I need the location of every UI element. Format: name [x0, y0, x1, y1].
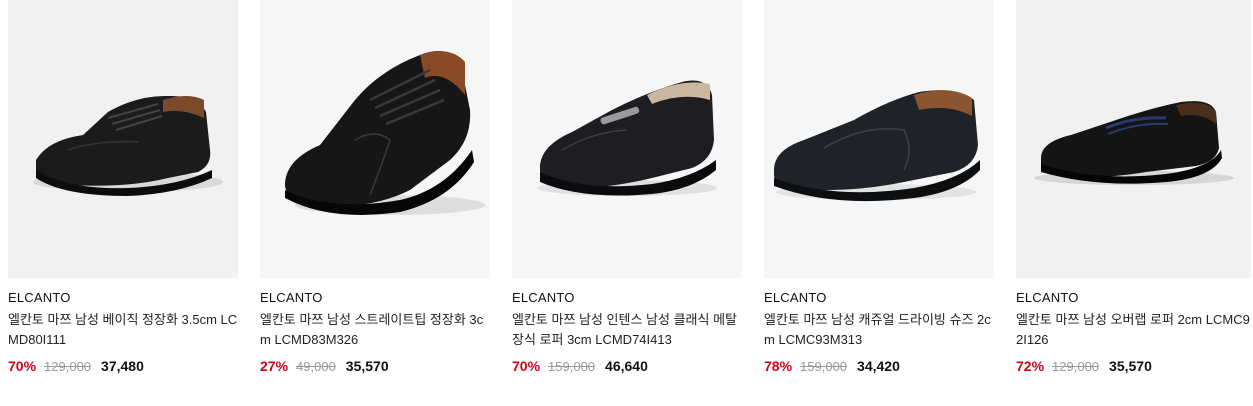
discount-rate: 70% — [512, 358, 541, 374]
brand-name: ELCANTO — [512, 290, 575, 305]
brand-name: ELCANTO — [8, 290, 71, 305]
product-image[interactable] — [8, 0, 238, 278]
driving-shoe-icon — [774, 90, 980, 202]
sale-price: 35,570 — [1109, 358, 1152, 374]
price-row: 70% 129,000 37,480 — [8, 358, 238, 374]
brand-name: ELCANTO — [1016, 290, 1079, 305]
product-image[interactable] — [1016, 0, 1251, 278]
discount-rate: 70% — [8, 358, 37, 374]
product-name[interactable]: 엘칸토 마쯔 남성 베이직 정장화 3.5cm LCMD80I111 — [8, 310, 238, 350]
product-name[interactable]: 엘칸토 마쯔 남성 인텐스 남성 클래식 메탈 장식 로퍼 3cm LCMD74… — [512, 310, 742, 350]
sale-price: 35,570 — [345, 358, 389, 374]
product-image[interactable] — [764, 0, 994, 278]
sale-price: 46,640 — [605, 358, 648, 374]
brand-name: ELCANTO — [260, 290, 323, 305]
product-grid: ELCANTO 엘칸토 마쯔 남성 베이직 정장화 3.5cm LCMD80I1… — [8, 0, 1251, 374]
product-card[interactable]: ELCANTO 엘칸토 마쯔 남성 베이직 정장화 3.5cm LCMD80I1… — [8, 0, 238, 374]
discount-rate: 78% — [764, 358, 793, 374]
price-row: 72% 129,000 35,570 — [1016, 358, 1251, 374]
product-card[interactable]: ELCANTO 엘칸토 마쯔 남성 캐쥬얼 드라이빙 슈즈 2cm LCMC93… — [764, 0, 994, 374]
product-image[interactable] — [512, 0, 742, 278]
sale-price: 37,480 — [101, 358, 144, 374]
discount-rate: 27% — [260, 358, 289, 374]
derby-shoe-icon — [33, 95, 223, 196]
product-card[interactable]: ELCANTO 엘칸토 마쯔 남성 스트레이트팁 정장화 3cm LCMD83M… — [260, 0, 490, 374]
product-card[interactable]: ELCANTO 엘칸토 마쯔 남성 오버랩 로퍼 2cm LCMC92I126 … — [1016, 0, 1251, 374]
brand-name: ELCANTO — [764, 290, 827, 305]
price-row: 27% 49,000 35,570 — [260, 358, 490, 374]
original-price: 129,000 — [44, 359, 92, 374]
price-row: 70% 159,000 46,640 — [512, 358, 742, 374]
product-card[interactable]: ELCANTO 엘칸토 마쯔 남성 인텐스 남성 클래식 메탈 장식 로퍼 3c… — [512, 0, 742, 374]
product-name[interactable]: 엘칸토 마쯔 남성 스트레이트팁 정장화 3cm LCMD83M326 — [260, 310, 490, 350]
product-name[interactable]: 엘칸토 마쯔 남성 오버랩 로퍼 2cm LCMC92I126 — [1016, 310, 1251, 350]
original-price: 129,000 — [1052, 359, 1100, 374]
original-price: 159,000 — [548, 359, 596, 374]
penny-loafer-icon — [1034, 101, 1234, 185]
bit-loafer-icon — [537, 80, 717, 196]
cap-toe-oxford-icon — [285, 51, 485, 215]
product-image[interactable] — [260, 0, 490, 278]
price-row: 78% 159,000 34,420 — [764, 358, 994, 374]
original-price: 159,000 — [800, 359, 848, 374]
sale-price: 34,420 — [857, 358, 900, 374]
discount-rate: 72% — [1016, 358, 1045, 374]
original-price: 49,000 — [296, 359, 336, 374]
product-name[interactable]: 엘칸토 마쯔 남성 캐쥬얼 드라이빙 슈즈 2cm LCMC93M313 — [764, 310, 994, 350]
